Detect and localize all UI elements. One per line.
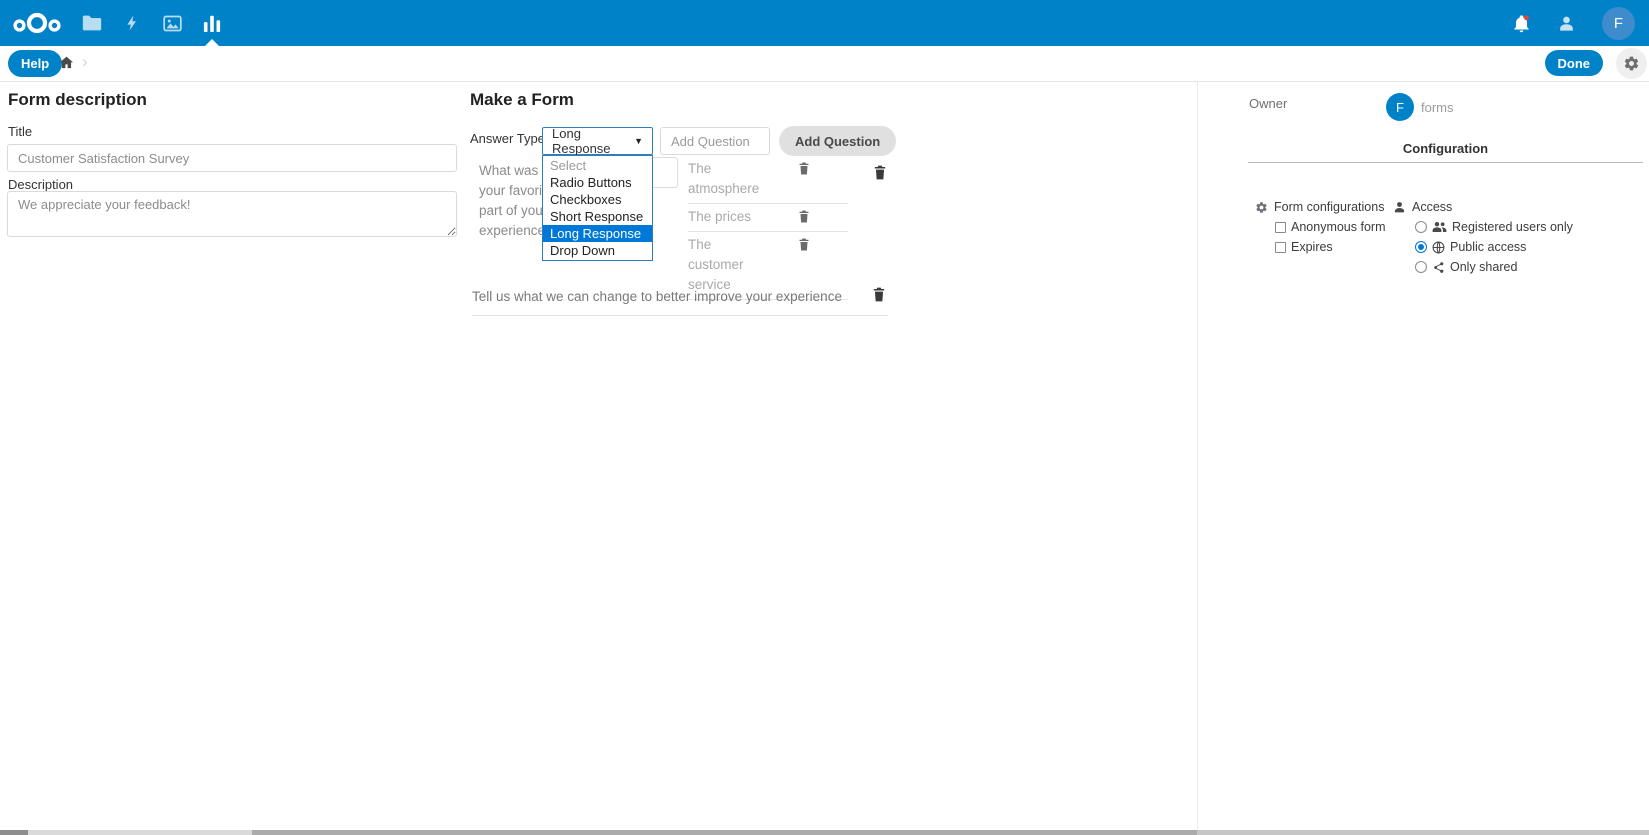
notifications-button[interactable] <box>1512 13 1531 34</box>
breadcrumb-toolbar: Help › Done <box>0 46 1649 82</box>
trash-icon <box>798 238 810 251</box>
help-button[interactable]: Help <box>8 50 62 77</box>
description-label: Description <box>8 177 73 192</box>
nav-photos[interactable] <box>152 0 192 46</box>
registered-users-option[interactable]: Registered users only <box>1415 217 1593 237</box>
access-label: Access <box>1412 200 1452 214</box>
access-header: Access <box>1393 197 1593 217</box>
add-question-input[interactable] <box>660 127 770 155</box>
form-description-heading: Form description <box>8 90 147 110</box>
horizontal-scrollbar-track <box>28 830 252 835</box>
anonymous-form-label: Anonymous form <box>1291 220 1385 234</box>
settings-sidebar: Owner F forms Configuration Form configu… <box>1197 82 1649 835</box>
owner-label: Owner <box>1249 96 1287 111</box>
answer-text: The prices <box>688 207 760 227</box>
dropdown-option-drop-down[interactable]: Drop Down <box>543 242 652 259</box>
contacts-button[interactable] <box>1557 14 1576 33</box>
breadcrumb-chevron-icon: › <box>82 52 88 72</box>
delete-question-button[interactable] <box>872 287 886 302</box>
forms-app-page: F Help › Done Form description Title Des… <box>0 0 1649 835</box>
form-configurations-section: Form configurations Anonymous form Expir… <box>1255 197 1393 257</box>
lightning-icon <box>123 13 141 33</box>
header-right-actions: F <box>1512 0 1635 46</box>
configuration-heading: Configuration <box>1248 141 1643 156</box>
users-icon <box>1432 221 1447 233</box>
app-navigation <box>72 0 232 46</box>
trash-icon <box>872 287 886 302</box>
top-header-bar: F <box>0 0 1649 46</box>
nav-forms[interactable] <box>192 0 232 46</box>
question-row: Tell us what we can change to better imp… <box>472 283 888 316</box>
dropdown-option-checkboxes[interactable]: Checkboxes <box>543 191 652 208</box>
trash-icon <box>873 165 887 180</box>
done-button[interactable]: Done <box>1545 50 1604 76</box>
contacts-icon <box>1557 14 1576 33</box>
dropdown-option-short-response[interactable]: Short Response <box>543 208 652 225</box>
public-access-option[interactable]: Public access <box>1415 237 1593 257</box>
answer-type-selected-value: Long Response <box>552 126 634 156</box>
home-icon[interactable] <box>59 55 74 75</box>
title-label: Title <box>8 124 32 139</box>
form-configurations-label: Form configurations <box>1274 200 1384 214</box>
bar-chart-icon <box>203 13 221 33</box>
gear-icon <box>1623 55 1640 72</box>
answer-type-dropdown-menu: Select Radio Buttons Checkboxes Short Re… <box>542 155 653 261</box>
person-icon <box>1393 201 1406 214</box>
description-textarea[interactable]: We appreciate your feedback! <box>7 191 457 237</box>
answer-text: The atmosphere <box>688 159 760 199</box>
configuration-divider <box>1248 162 1643 163</box>
dropdown-option-long-response[interactable]: Long Response <box>543 225 652 242</box>
delete-question-button[interactable] <box>873 165 887 180</box>
registered-users-radio[interactable] <box>1415 221 1427 233</box>
anonymous-form-checkbox[interactable] <box>1275 222 1286 233</box>
answer-list: The atmosphere The prices The customer s… <box>688 156 848 300</box>
nextcloud-logo[interactable] <box>12 10 62 36</box>
answer-row: The prices <box>688 204 848 232</box>
chevron-down-icon: ▼ <box>634 136 643 146</box>
settings-button[interactable] <box>1616 48 1647 79</box>
registered-users-label: Registered users only <box>1452 220 1573 234</box>
horizontal-scrollbar-segment <box>1197 830 1649 835</box>
trash-icon <box>798 210 810 223</box>
nav-files[interactable] <box>72 0 112 46</box>
answer-type-select[interactable]: Long Response ▼ <box>542 127 653 155</box>
only-shared-option[interactable]: Only shared <box>1415 257 1593 277</box>
form-configurations-header: Form configurations <box>1255 197 1393 217</box>
title-input[interactable] <box>7 144 457 172</box>
folder-icon <box>81 12 103 34</box>
question-text: Tell us what we can change to better imp… <box>472 289 842 304</box>
only-shared-label: Only shared <box>1450 260 1517 274</box>
owner-avatar: F <box>1386 93 1414 121</box>
access-section: Access Registered users only <box>1393 197 1593 277</box>
owner-name: forms <box>1421 100 1454 115</box>
expires-checkbox[interactable] <box>1275 242 1286 253</box>
add-question-button[interactable]: Add Question <box>779 126 896 156</box>
gear-icon <box>1255 201 1268 214</box>
photos-icon <box>162 13 183 34</box>
share-icon <box>1432 261 1445 274</box>
dropdown-option-radio-buttons[interactable]: Radio Buttons <box>543 174 652 191</box>
bell-icon <box>1512 13 1531 34</box>
horizontal-scrollbar-segment <box>252 830 1197 835</box>
delete-answer-button[interactable] <box>798 162 810 175</box>
user-avatar[interactable]: F <box>1602 7 1635 40</box>
expires-option[interactable]: Expires <box>1275 237 1393 257</box>
dropdown-option-select[interactable]: Select <box>543 157 652 174</box>
globe-icon <box>1432 241 1445 254</box>
trash-icon <box>798 162 810 175</box>
anonymous-form-option[interactable]: Anonymous form <box>1275 217 1393 237</box>
public-access-radio[interactable] <box>1415 241 1427 253</box>
make-a-form-heading: Make a Form <box>470 90 574 110</box>
answer-type-label: Answer Type: <box>470 131 549 146</box>
expires-label: Expires <box>1291 240 1333 254</box>
delete-answer-button[interactable] <box>798 238 810 251</box>
only-shared-radio[interactable] <box>1415 261 1427 273</box>
nav-activity[interactable] <box>112 0 152 46</box>
public-access-label: Public access <box>1450 240 1526 254</box>
horizontal-scrollbar-thumb[interactable] <box>0 830 28 835</box>
delete-answer-button[interactable] <box>798 210 810 223</box>
notification-dot <box>1524 15 1529 20</box>
answer-row: The atmosphere <box>688 156 848 204</box>
